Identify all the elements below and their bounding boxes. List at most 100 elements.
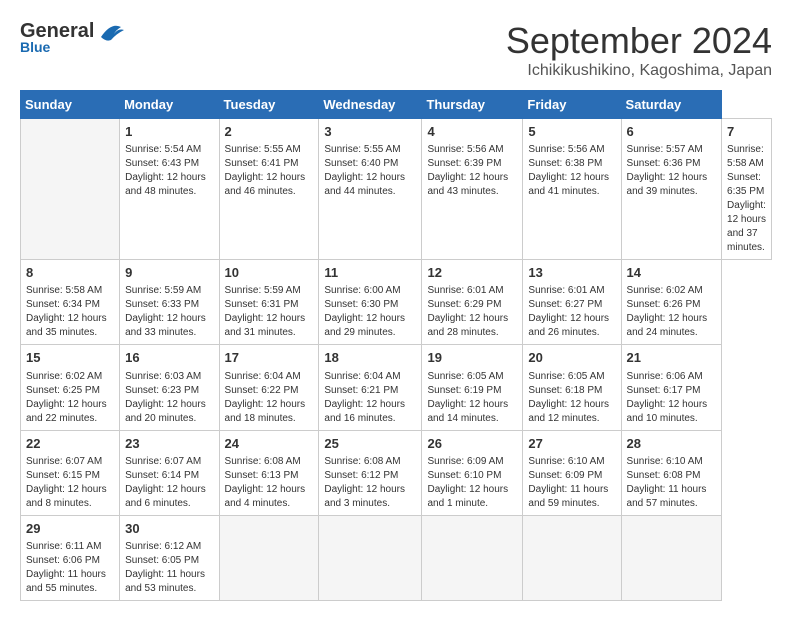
day-info: Sunrise: 6:01 AMSunset: 6:29 PMDaylight:… (427, 284, 517, 340)
day-number: 17 (225, 349, 314, 367)
day-info: Sunrise: 6:04 AMSunset: 6:22 PMDaylight:… (225, 370, 314, 426)
day-number: 29 (26, 520, 114, 538)
day-number: 23 (125, 435, 213, 453)
calendar-cell: 2 Sunrise: 5:55 AMSunset: 6:41 PMDaylight… (219, 119, 319, 260)
day-number: 15 (26, 349, 114, 367)
page-header: General Blue September 2024 Ichikikushik… (20, 20, 772, 80)
day-number: 19 (427, 349, 517, 367)
weekday-header-wednesday: Wednesday (319, 91, 422, 119)
day-number: 25 (324, 435, 416, 453)
day-number: 21 (627, 349, 716, 367)
calendar-cell (219, 515, 319, 600)
day-number: 24 (225, 435, 314, 453)
day-info: Sunrise: 5:57 AMSunset: 6:36 PMDaylight:… (627, 143, 716, 199)
day-number: 3 (324, 123, 416, 141)
calendar-cell: 30 Sunrise: 6:12 AMSunset: 6:05 PMDayligh… (120, 515, 219, 600)
day-number: 1 (125, 123, 213, 141)
day-number: 5 (528, 123, 615, 141)
day-number: 18 (324, 349, 416, 367)
day-info: Sunrise: 5:56 AMSunset: 6:38 PMDaylight:… (528, 143, 615, 199)
day-info: Sunrise: 6:05 AMSunset: 6:18 PMDaylight:… (528, 370, 615, 426)
day-info: Sunrise: 5:55 AMSunset: 6:40 PMDaylight:… (324, 143, 416, 199)
calendar-cell: 3 Sunrise: 5:55 AMSunset: 6:40 PMDaylight… (319, 119, 422, 260)
day-info: Sunrise: 6:08 AMSunset: 6:13 PMDaylight:… (225, 455, 314, 511)
day-info: Sunrise: 6:02 AMSunset: 6:25 PMDaylight:… (26, 370, 114, 426)
weekday-header-friday: Friday (523, 91, 621, 119)
day-number: 8 (26, 264, 114, 282)
calendar-cell: 8 Sunrise: 5:58 AMSunset: 6:34 PMDaylight… (21, 260, 120, 345)
calendar-cell: 15 Sunrise: 6:02 AMSunset: 6:25 PMDayligh… (21, 345, 120, 430)
day-number: 20 (528, 349, 615, 367)
calendar-cell: 13 Sunrise: 6:01 AMSunset: 6:27 PMDayligh… (523, 260, 621, 345)
day-number: 7 (727, 123, 766, 141)
calendar-cell (319, 515, 422, 600)
month-title: September 2024 (506, 20, 772, 62)
calendar-cell (523, 515, 621, 600)
calendar-cell: 27Sunrise: 6:10 AMSunset: 6:09 PMDayligh… (523, 430, 621, 515)
logo-bird-icon (96, 22, 126, 42)
day-info: Sunrise: 6:09 AMSunset: 6:10 PMDaylight:… (427, 455, 517, 511)
day-info: Sunrise: 6:04 AMSunset: 6:21 PMDaylight:… (324, 370, 416, 426)
day-number: 28 (627, 435, 716, 453)
calendar-cell: 5 Sunrise: 5:56 AMSunset: 6:38 PMDaylight… (523, 119, 621, 260)
day-number: 9 (125, 264, 213, 282)
logo: General Blue (20, 20, 126, 55)
calendar-cell: 9 Sunrise: 5:59 AMSunset: 6:33 PMDaylight… (120, 260, 219, 345)
calendar-cell: 18 Sunrise: 6:04 AMSunset: 6:21 PMDayligh… (319, 345, 422, 430)
calendar-cell: 23 Sunrise: 6:07 AMSunset: 6:14 PMDayligh… (120, 430, 219, 515)
day-info: Sunrise: 5:58 AMSunset: 6:35 PMDaylight:… (727, 143, 766, 255)
calendar-cell: 4Sunrise: 5:56 AMSunset: 6:39 PMDaylight… (422, 119, 523, 260)
day-info: Sunrise: 6:06 AMSunset: 6:17 PMDaylight:… (627, 370, 716, 426)
weekday-header-tuesday: Tuesday (219, 91, 319, 119)
calendar-cell: 21 Sunrise: 6:06 AMSunset: 6:17 PMDayligh… (621, 345, 721, 430)
calendar-cell: 6 Sunrise: 5:57 AMSunset: 6:36 PMDaylight… (621, 119, 721, 260)
calendar-cell: 28 Sunrise: 6:10 AMSunset: 6:08 PMDayligh… (621, 430, 721, 515)
calendar-week-row: 15 Sunrise: 6:02 AMSunset: 6:25 PMDayligh… (21, 345, 772, 430)
day-info: Sunrise: 5:55 AMSunset: 6:41 PMDaylight:… (225, 143, 314, 199)
day-number: 10 (225, 264, 314, 282)
day-number: 16 (125, 349, 213, 367)
calendar-table: SundayMondayTuesdayWednesdayThursdayFrid… (20, 90, 772, 601)
day-info: Sunrise: 6:03 AMSunset: 6:23 PMDaylight:… (125, 370, 213, 426)
day-info: Sunrise: 5:59 AMSunset: 6:33 PMDaylight:… (125, 284, 213, 340)
day-number: 30 (125, 520, 213, 538)
calendar-cell: 17 Sunrise: 6:04 AMSunset: 6:22 PMDayligh… (219, 345, 319, 430)
calendar-cell: 1 Sunrise: 5:54 AMSunset: 6:43 PMDaylight… (120, 119, 219, 260)
day-info: Sunrise: 6:12 AMSunset: 6:05 PMDaylight:… (125, 540, 213, 596)
calendar-cell: 26 Sunrise: 6:09 AMSunset: 6:10 PMDayligh… (422, 430, 523, 515)
day-number: 6 (627, 123, 716, 141)
day-info: Sunrise: 6:08 AMSunset: 6:12 PMDaylight:… (324, 455, 416, 511)
calendar-cell (621, 515, 721, 600)
day-number: 27 (528, 435, 615, 453)
title-block: September 2024 Ichikikushikino, Kagoshim… (506, 20, 772, 80)
calendar-cell: 25 Sunrise: 6:08 AMSunset: 6:12 PMDayligh… (319, 430, 422, 515)
location-subtitle: Ichikikushikino, Kagoshima, Japan (506, 62, 772, 80)
calendar-cell: 24 Sunrise: 6:08 AMSunset: 6:13 PMDayligh… (219, 430, 319, 515)
day-info: Sunrise: 6:10 AMSunset: 6:08 PMDaylight:… (627, 455, 716, 511)
weekday-header-row: SundayMondayTuesdayWednesdayThursdayFrid… (21, 91, 772, 119)
calendar-cell: 12Sunrise: 6:01 AMSunset: 6:29 PMDayligh… (422, 260, 523, 345)
day-info: Sunrise: 5:58 AMSunset: 6:34 PMDaylight:… (26, 284, 114, 340)
day-info: Sunrise: 6:05 AMSunset: 6:19 PMDaylight:… (427, 370, 517, 426)
calendar-cell: 11Sunrise: 6:00 AMSunset: 6:30 PMDayligh… (319, 260, 422, 345)
weekday-header-sunday: Sunday (21, 91, 120, 119)
calendar-cell: 14Sunrise: 6:02 AMSunset: 6:26 PMDayligh… (621, 260, 721, 345)
calendar-cell: 19 Sunrise: 6:05 AMSunset: 6:19 PMDayligh… (422, 345, 523, 430)
day-info: Sunrise: 5:54 AMSunset: 6:43 PMDaylight:… (125, 143, 213, 199)
day-number: 26 (427, 435, 517, 453)
day-number: 11 (324, 264, 416, 282)
day-info: Sunrise: 6:07 AMSunset: 6:15 PMDaylight:… (26, 455, 114, 511)
calendar-week-row: 1 Sunrise: 5:54 AMSunset: 6:43 PMDaylight… (21, 119, 772, 260)
weekday-header-saturday: Saturday (621, 91, 721, 119)
day-info: Sunrise: 6:11 AMSunset: 6:06 PMDaylight:… (26, 540, 114, 596)
calendar-cell: 7 Sunrise: 5:58 AMSunset: 6:35 PMDaylight… (722, 119, 772, 260)
day-number: 13 (528, 264, 615, 282)
day-number: 2 (225, 123, 314, 141)
calendar-cell: 16 Sunrise: 6:03 AMSunset: 6:23 PMDayligh… (120, 345, 219, 430)
day-info: Sunrise: 6:01 AMSunset: 6:27 PMDaylight:… (528, 284, 615, 340)
weekday-header-monday: Monday (120, 91, 219, 119)
day-number: 14 (627, 264, 716, 282)
day-info: Sunrise: 6:07 AMSunset: 6:14 PMDaylight:… (125, 455, 213, 511)
calendar-cell: 29 Sunrise: 6:11 AMSunset: 6:06 PMDayligh… (21, 515, 120, 600)
calendar-cell: 20 Sunrise: 6:05 AMSunset: 6:18 PMDayligh… (523, 345, 621, 430)
